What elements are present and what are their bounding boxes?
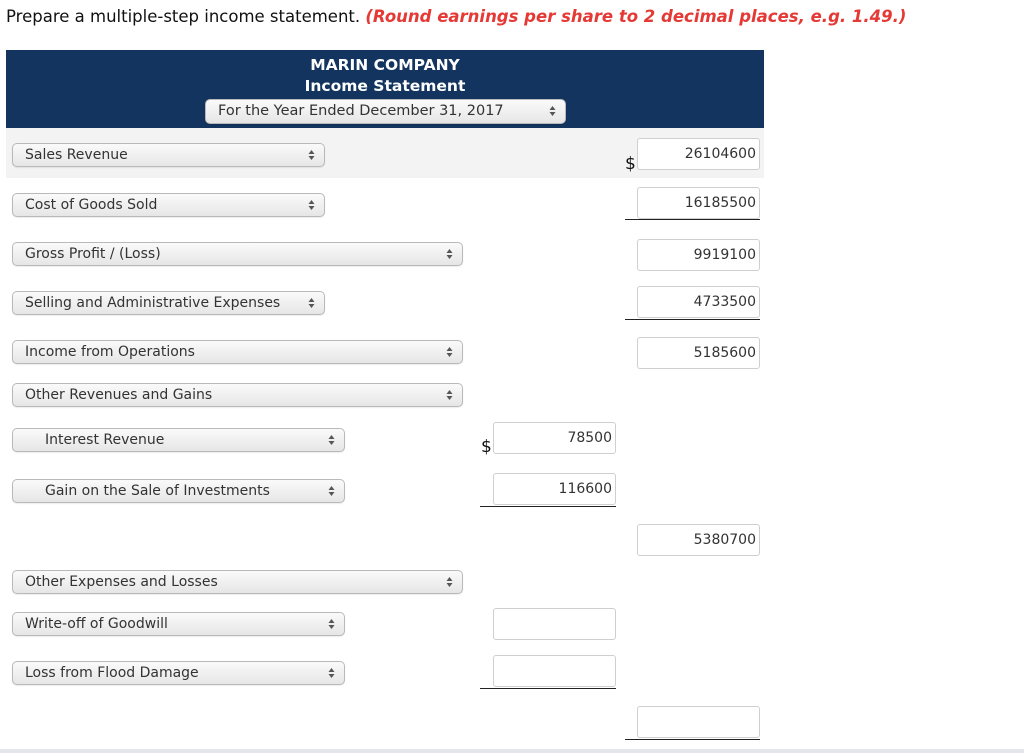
amount-input-write-off-goodwill[interactable] xyxy=(493,608,616,640)
line-item-label: Gross Profit / (Loss) xyxy=(25,246,161,262)
amount-input-subtotal[interactable]: 5380700 xyxy=(637,524,760,556)
subtotal-underline xyxy=(480,506,616,507)
line-item-label: Sales Revenue xyxy=(25,147,128,163)
line-item-select-loss-flood-damage[interactable]: Loss from Flood Damage xyxy=(12,661,345,685)
select-arrows-icon xyxy=(328,617,335,631)
amount-input-sales-revenue[interactable]: 26104600 xyxy=(637,138,760,170)
line-item-select-gross-profit[interactable]: Gross Profit / (Loss) xyxy=(12,242,463,266)
line-item-select-interest-revenue[interactable]: Interest Revenue xyxy=(12,428,345,452)
amount-input-gain-on-sale-investments[interactable]: 116600 xyxy=(493,473,616,505)
line-item-select-other-revenues-gains[interactable]: Other Revenues and Gains xyxy=(12,383,463,407)
line-item-label: Other Expenses and Losses xyxy=(25,574,218,590)
amount-input-loss-flood-damage[interactable] xyxy=(493,655,616,687)
subtotal-underline xyxy=(625,739,760,740)
line-item-label: Selling and Administrative Expenses xyxy=(25,295,281,311)
select-arrows-icon xyxy=(308,148,315,162)
select-arrows-icon xyxy=(308,296,315,310)
line-item-select-other-expenses-losses[interactable]: Other Expenses and Losses xyxy=(12,570,463,594)
select-arrows-icon xyxy=(549,104,556,118)
dollar-sign: $ xyxy=(625,154,636,174)
line-item-label: Interest Revenue xyxy=(45,432,165,448)
statement-title: Income Statement xyxy=(304,77,466,95)
select-arrows-icon xyxy=(328,433,335,447)
line-item-label: Income from Operations xyxy=(25,344,195,360)
instruction-hint: (Round earnings per share to 2 decimal p… xyxy=(365,7,907,26)
line-item-select-gain-on-sale-investments[interactable]: Gain on the Sale of Investments xyxy=(12,479,345,503)
amount-input-cost-of-goods-sold[interactable]: 16185500 xyxy=(637,187,760,219)
subtotal-underline xyxy=(625,319,760,320)
amount-input-gross-profit[interactable]: 9919100 xyxy=(637,239,760,271)
line-item-select-selling-admin-expenses[interactable]: Selling and Administrative Expenses xyxy=(12,291,325,315)
period-select[interactable]: For the Year Ended December 31, 2017 xyxy=(205,99,566,124)
company-name: MARIN COMPANY xyxy=(310,56,460,74)
select-arrows-icon xyxy=(446,345,453,359)
select-arrows-icon xyxy=(446,388,453,402)
amount-input-total-other-expenses[interactable] xyxy=(637,706,760,738)
instructions: Prepare a multiple-step income statement… xyxy=(6,7,906,26)
subtotal-underline xyxy=(625,219,760,220)
dollar-sign: $ xyxy=(481,437,492,457)
line-item-label: Gain on the Sale of Investments xyxy=(45,483,270,499)
select-arrows-icon xyxy=(308,198,315,212)
instruction-text: Prepare a multiple-step income statement… xyxy=(6,7,361,26)
select-arrows-icon xyxy=(446,575,453,589)
line-item-label: Cost of Goods Sold xyxy=(25,197,158,213)
select-arrows-icon xyxy=(446,247,453,261)
amount-input-interest-revenue[interactable]: 78500 xyxy=(493,422,616,454)
line-item-label: Other Revenues and Gains xyxy=(25,387,213,403)
line-item-select-write-off-goodwill[interactable]: Write-off of Goodwill xyxy=(12,612,345,636)
select-arrows-icon xyxy=(328,666,335,680)
line-item-select-sales-revenue[interactable]: Sales Revenue xyxy=(12,143,325,167)
subtotal-underline xyxy=(480,688,616,689)
bottom-divider xyxy=(0,749,1024,753)
line-item-select-income-from-operations[interactable]: Income from Operations xyxy=(12,340,463,364)
amount-input-income-from-operations[interactable]: 5185600 xyxy=(637,337,760,369)
line-item-label: Loss from Flood Damage xyxy=(25,665,199,681)
select-arrows-icon xyxy=(328,484,335,498)
period-select-value: For the Year Ended December 31, 2017 xyxy=(218,103,504,119)
line-item-select-cost-of-goods-sold[interactable]: Cost of Goods Sold xyxy=(12,193,325,217)
line-item-label: Write-off of Goodwill xyxy=(25,616,168,632)
amount-input-selling-admin-expenses[interactable]: 4733500 xyxy=(637,286,760,318)
